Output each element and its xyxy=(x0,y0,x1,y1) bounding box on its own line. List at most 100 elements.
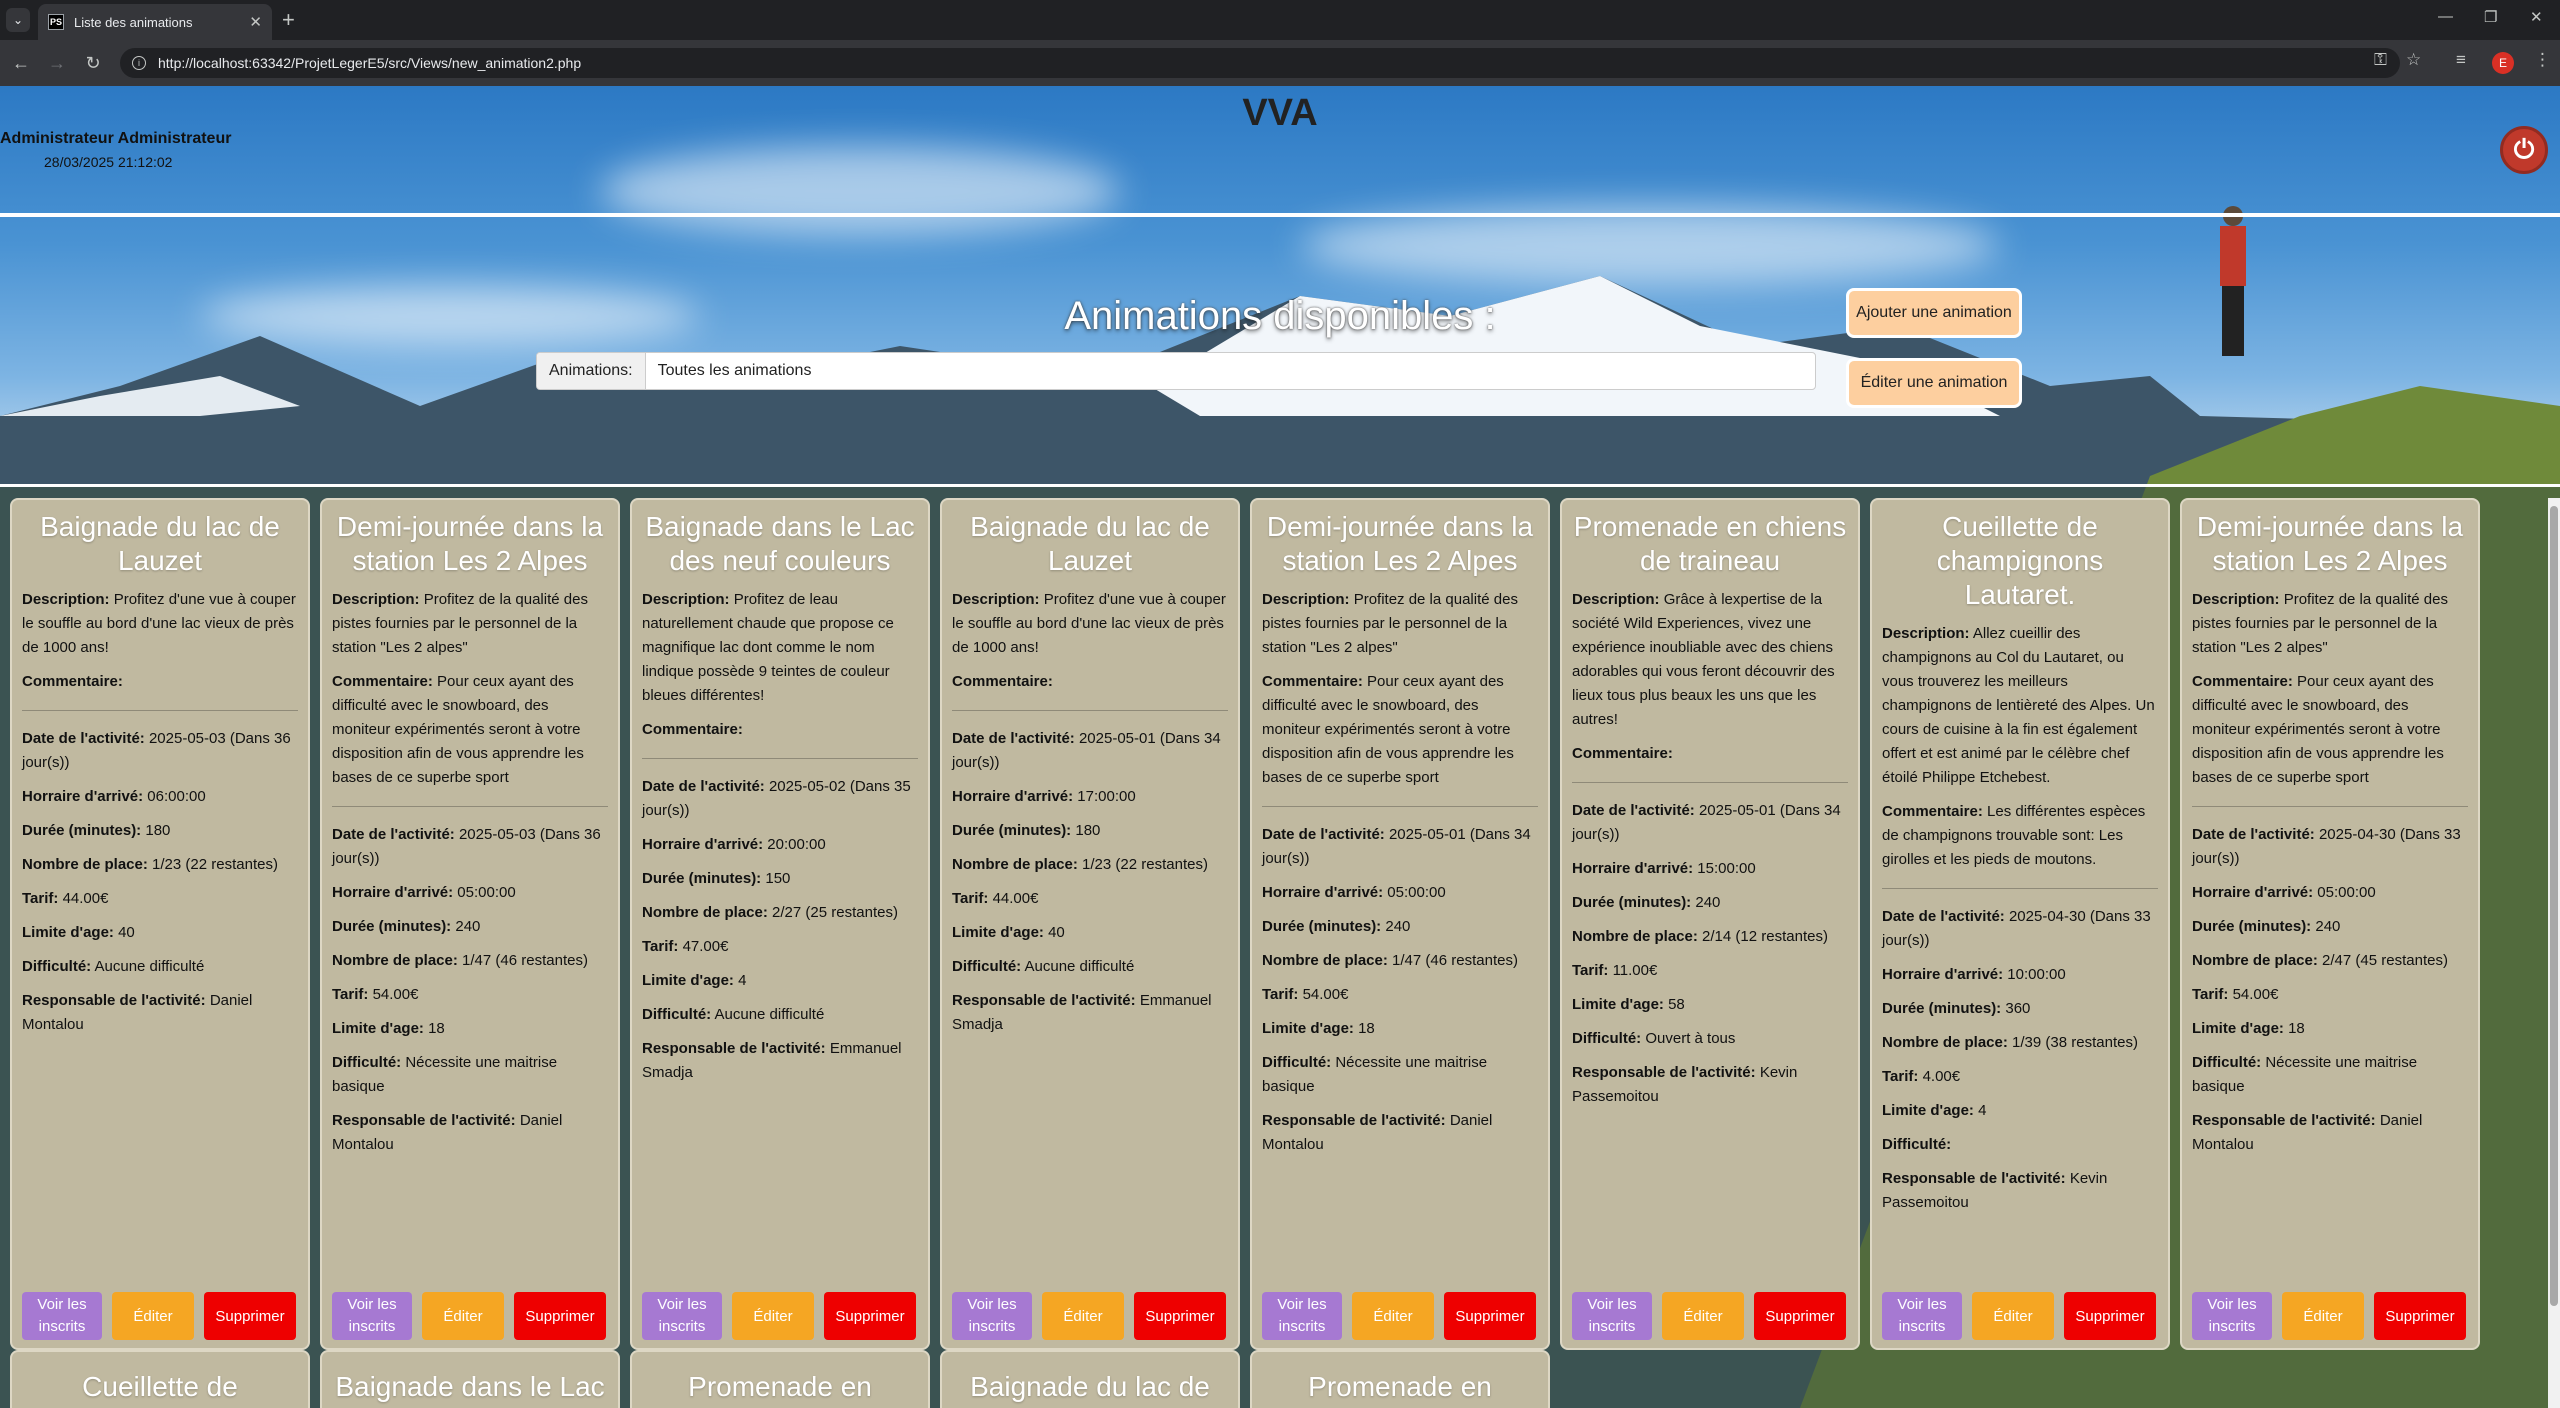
hero-title: Animations disponibles : xyxy=(1064,294,1496,338)
profile-avatar[interactable]: E xyxy=(2492,52,2514,74)
card-title: Demi-journée dans la station Les 2 Alpes xyxy=(336,511,604,576)
edit-button[interactable]: Éditer xyxy=(1972,1292,2054,1340)
card-description: Description: Profitez de la qualité des … xyxy=(1262,591,1518,656)
card-date: Date de l'activité: 2025-05-03 (Dans 36 … xyxy=(22,730,291,771)
card-title: Promenade en chiens de traineau xyxy=(1573,511,1847,576)
card-title: Baignade du lac de Lauzet xyxy=(40,511,280,576)
edit-button[interactable]: Éditer xyxy=(1662,1292,1744,1340)
restore-icon[interactable]: ❐ xyxy=(2484,8,2497,26)
card-divider xyxy=(332,806,608,807)
card-date: Date de l'activité: 2025-05-01 (Dans 34 … xyxy=(952,730,1221,771)
card-duration: Durée (minutes): 240 xyxy=(332,918,481,935)
view-registrants-button[interactable]: Voir les inscrits xyxy=(952,1292,1032,1340)
edit-button[interactable]: Éditer xyxy=(112,1292,194,1340)
chrome-menu-icon[interactable]: ⋮ xyxy=(2534,50,2551,70)
tab-search-icon[interactable]: ⌄ xyxy=(6,8,30,32)
edit-button[interactable]: Éditer xyxy=(1352,1292,1434,1340)
card-divider xyxy=(642,758,918,759)
card-manager: Responsable de l'activité: Emmanuel Smad… xyxy=(642,1040,902,1081)
card-description: Description: Profitez de leau naturellem… xyxy=(642,591,894,704)
card-divider xyxy=(1262,806,1538,807)
edit-animation-button[interactable]: Éditer une animation xyxy=(1846,358,2022,408)
card-description: Description: Profitez de la qualité des … xyxy=(332,591,588,656)
card-divider xyxy=(952,710,1228,711)
card-actions: Voir les inscrits Éditer Supprimer xyxy=(1572,1292,1848,1340)
minimize-icon[interactable]: — xyxy=(2438,8,2453,25)
card-title: Promenade en xyxy=(688,1371,872,1402)
delete-button[interactable]: Supprimer xyxy=(514,1292,606,1340)
logout-power-icon[interactable]: ⏻ xyxy=(2500,126,2548,174)
card-manager: Responsable de l'activité: Daniel Montal… xyxy=(22,992,253,1033)
animation-card: Demi-journée dans la station Les 2 Alpes… xyxy=(320,498,620,1350)
view-registrants-button[interactable]: Voir les inscrits xyxy=(1882,1292,1962,1340)
card-duration: Durée (minutes): 360 xyxy=(1882,1000,2031,1017)
edit-button[interactable]: Éditer xyxy=(422,1292,504,1340)
view-registrants-button[interactable]: Voir les inscrits xyxy=(332,1292,412,1340)
card-manager: Responsable de l'activité: Emmanuel Smad… xyxy=(952,992,1212,1033)
delete-button[interactable]: Supprimer xyxy=(2374,1292,2466,1340)
browser-tab[interactable]: PS Liste des animations ✕ xyxy=(38,4,272,40)
card-age-limit: Limite d'age: 40 xyxy=(22,924,135,941)
filter-value[interactable]: Toutes les animations xyxy=(646,362,812,380)
card-manager: Responsable de l'activité: Daniel Montal… xyxy=(1262,1112,1493,1153)
delete-button[interactable]: Supprimer xyxy=(1444,1292,1536,1340)
card-title: Baignade du lac de Lauzet xyxy=(970,511,1210,576)
edit-button[interactable]: Éditer xyxy=(732,1292,814,1340)
card-places: Nombre de place: 1/23 (22 restantes) xyxy=(952,856,1208,873)
card-divider xyxy=(1882,888,2158,889)
view-registrants-button[interactable]: Voir les inscrits xyxy=(1262,1292,1342,1340)
card-title: Baignade du lac de xyxy=(970,1371,1210,1402)
card-age-limit: Limite d'age: 4 xyxy=(1882,1102,1987,1119)
delete-button[interactable]: Supprimer xyxy=(2064,1292,2156,1340)
card-comment: Commentaire: xyxy=(1572,745,1673,762)
back-icon[interactable]: ← xyxy=(6,53,36,74)
animation-card: Baignade dans le Lac des neuf couleurs De… xyxy=(630,498,930,1350)
card-actions: Voir les inscrits Éditer Supprimer xyxy=(22,1292,298,1340)
card-duration: Durée (minutes): 240 xyxy=(2192,918,2341,935)
edit-button[interactable]: Éditer xyxy=(2282,1292,2364,1340)
window-close-icon[interactable]: ✕ xyxy=(2530,8,2543,26)
card-price: Tarif: 4.00€ xyxy=(1882,1068,1961,1085)
animation-card: Promenade en chiens de traineau Descripti… xyxy=(1560,498,1860,1350)
view-registrants-button[interactable]: Voir les inscrits xyxy=(642,1292,722,1340)
card-duration: Durée (minutes): 240 xyxy=(1262,918,1411,935)
card-places: Nombre de place: 2/27 (25 restantes) xyxy=(642,904,898,921)
card-date: Date de l'activité: 2025-04-30 (Dans 33 … xyxy=(2192,826,2461,867)
view-registrants-button[interactable]: Voir les inscrits xyxy=(22,1292,102,1340)
add-animation-button[interactable]: Ajouter une animation xyxy=(1846,288,2022,338)
view-registrants-button[interactable]: Voir les inscrits xyxy=(1572,1292,1652,1340)
card-duration: Durée (minutes): 240 xyxy=(1572,894,1721,911)
delete-button[interactable]: Supprimer xyxy=(204,1292,296,1340)
delete-button[interactable]: Supprimer xyxy=(824,1292,916,1340)
forward-icon[interactable]: → xyxy=(42,53,72,74)
card-price: Tarif: 11.00€ xyxy=(1572,962,1658,979)
card-comment: Commentaire: Pour ceux ayant des difficu… xyxy=(1262,673,1514,786)
card-price: Tarif: 54.00€ xyxy=(332,986,419,1003)
site-info-icon[interactable]: i xyxy=(132,56,146,70)
view-registrants-button[interactable]: Voir les inscrits xyxy=(2192,1292,2272,1340)
new-tab-icon[interactable]: + xyxy=(282,8,295,32)
delete-button[interactable]: Supprimer xyxy=(1754,1292,1846,1340)
bookmark-star-icon[interactable]: ☆ xyxy=(2406,50,2421,70)
card-manager: Responsable de l'activité: Daniel Montal… xyxy=(2192,1112,2423,1153)
delete-button[interactable]: Supprimer xyxy=(1134,1292,1226,1340)
edit-button[interactable]: Éditer xyxy=(1042,1292,1124,1340)
media-controls-icon[interactable]: ≡ xyxy=(2456,50,2466,70)
card-title: Baignade dans le Lac des neuf couleurs xyxy=(645,511,915,576)
password-key-icon[interactable]: ⚿ xyxy=(2374,50,2387,70)
card-description: Description: Allez cueillir des champign… xyxy=(1882,625,2155,786)
card-manager: Responsable de l'activité: Daniel Montal… xyxy=(332,1112,563,1153)
card-arrival-time: Horraire d'arrivé: 15:00:00 xyxy=(1572,860,1756,877)
card-arrival-time: Horraire d'arrivé: 05:00:00 xyxy=(332,884,516,901)
url-text: http://localhost:63342/ProjetLegerE5/src… xyxy=(158,55,582,71)
card-divider xyxy=(22,710,298,711)
animation-filter-select[interactable]: Animations: Toutes les animations xyxy=(536,352,1816,390)
card-comment: Commentaire: Pour ceux ayant des difficu… xyxy=(332,673,584,786)
address-bar[interactable]: i http://localhost:63342/ProjetLegerE5/s… xyxy=(120,48,2400,78)
card-age-limit: Limite d'age: 18 xyxy=(332,1020,445,1037)
card-difficulty: Difficulté: Aucune difficulté xyxy=(22,958,205,975)
tab-close-icon[interactable]: ✕ xyxy=(249,13,262,31)
reload-icon[interactable]: ↻ xyxy=(78,53,108,74)
scrollbar-thumb[interactable] xyxy=(2550,506,2558,1306)
card-duration: Durée (minutes): 150 xyxy=(642,870,791,887)
